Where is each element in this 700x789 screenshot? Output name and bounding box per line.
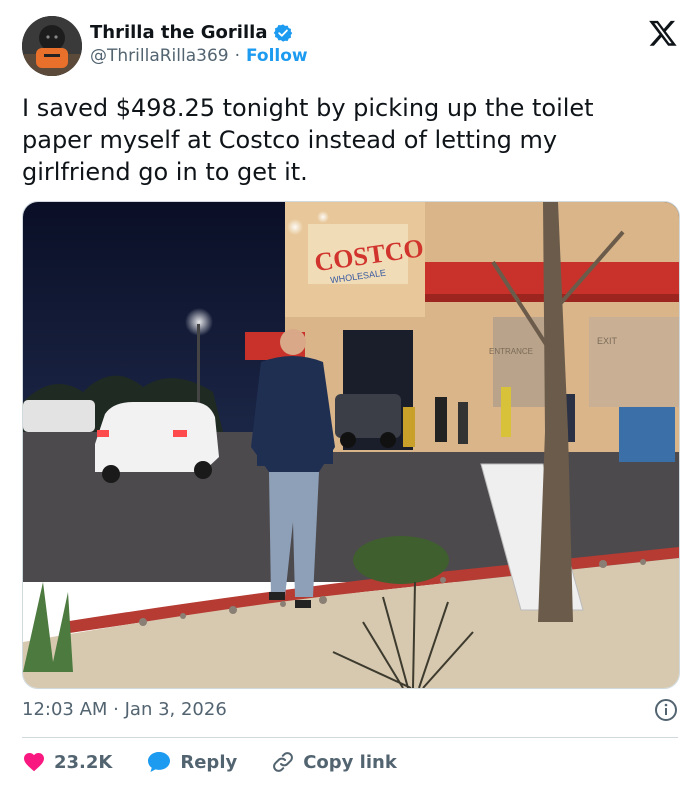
divider — [22, 737, 678, 738]
avatar[interactable] — [22, 16, 82, 76]
reply-bubble-icon — [148, 752, 171, 772]
reply-button[interactable]: Reply — [146, 750, 237, 774]
tweet-text: I saved $498.25 tonight by picking up th… — [22, 94, 594, 186]
heart-icon — [24, 753, 44, 772]
copy-link-button[interactable]: Copy link — [271, 750, 397, 774]
verified-badge-icon — [273, 23, 293, 43]
info-icon[interactable] — [654, 698, 678, 722]
reply-label: Reply — [180, 751, 238, 773]
author-handle[interactable]: @ThrillaRilla369 — [90, 46, 229, 66]
link-icon — [273, 752, 294, 772]
follow-button[interactable]: Follow — [246, 46, 308, 66]
author-display-name[interactable]: Thrilla the Gorilla — [90, 22, 267, 43]
handle-separator: · — [234, 46, 240, 66]
tweet-timestamp[interactable]: 12:03 AM · Jan 3, 2026 — [22, 699, 227, 720]
like-count: 23.2K — [54, 751, 113, 773]
like-button[interactable]: 23.2K — [22, 750, 112, 774]
copy-link-label: Copy link — [303, 751, 397, 773]
exit-label: EXIT — [597, 336, 618, 346]
tweet-header: Thrilla the Gorilla @ThrillaRilla369 · F… — [22, 16, 682, 80]
entrance-label: ENTRANCE — [489, 347, 533, 356]
x-logo-icon[interactable] — [648, 18, 678, 48]
tweet-media-photo[interactable]: COSTCO WHOLESALE ENTRANCE EXIT — [22, 201, 680, 689]
tweet-actions: 23.2K Reply Copy link — [22, 748, 431, 776]
